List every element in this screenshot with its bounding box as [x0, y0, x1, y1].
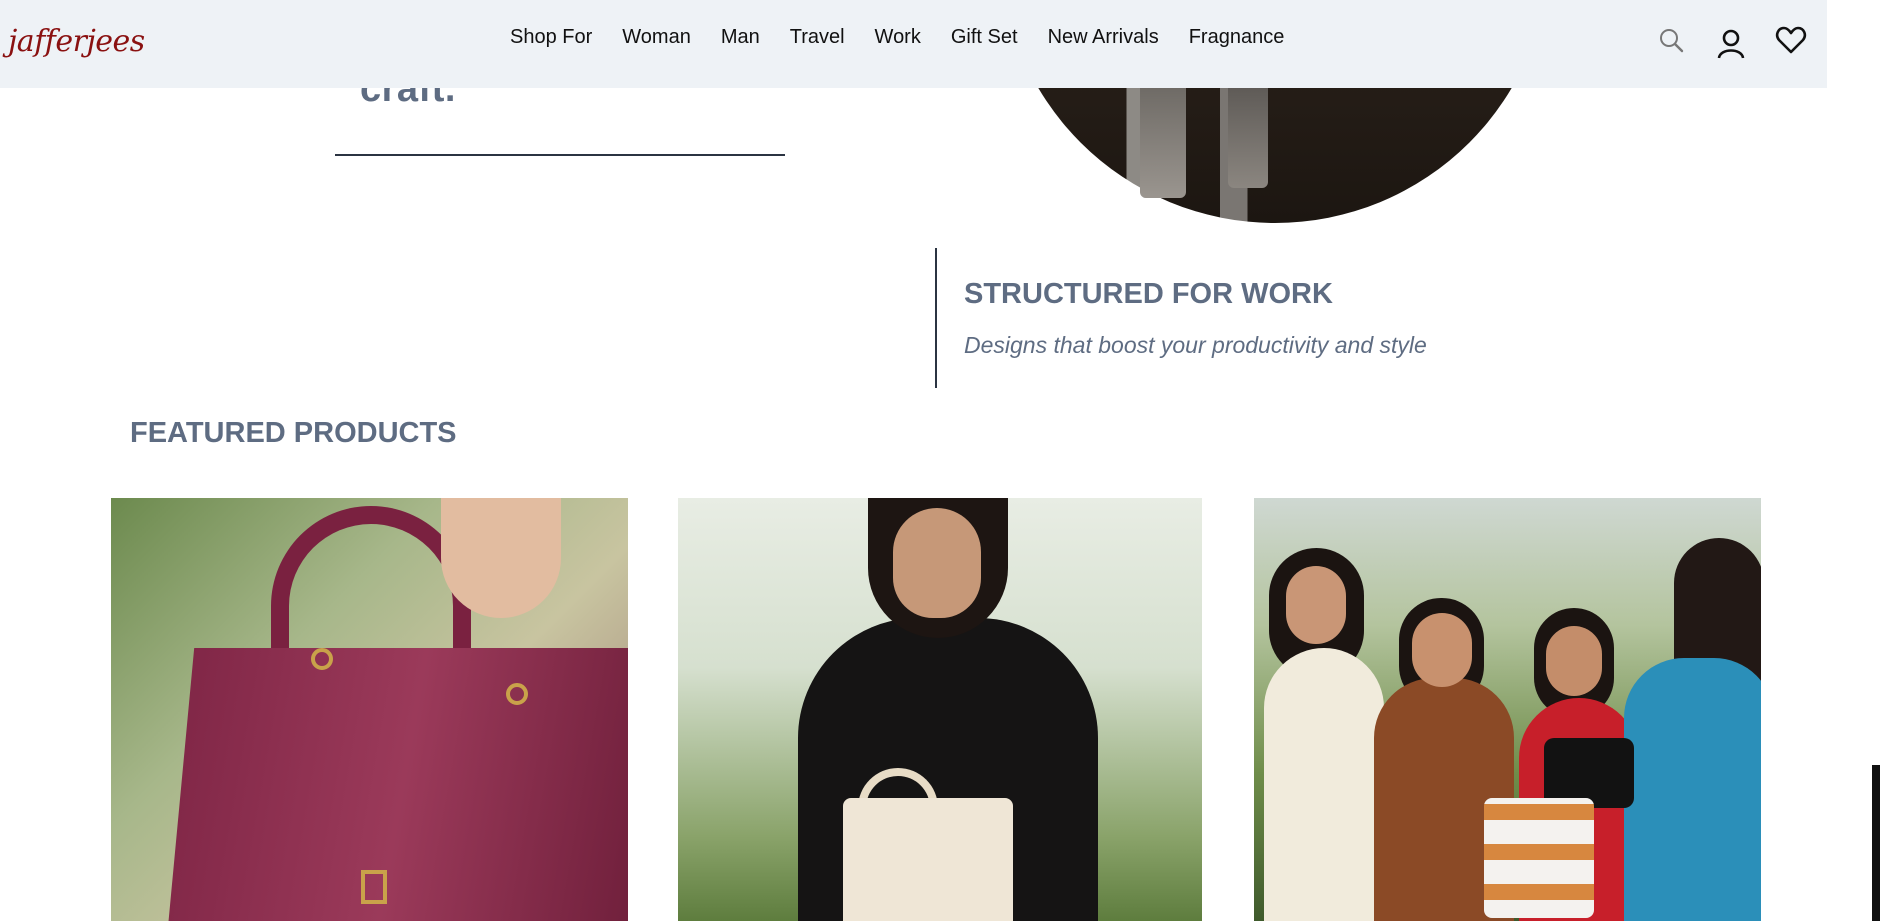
bag-ring	[311, 648, 333, 670]
nav-new-arrivals[interactable]: New Arrivals	[1048, 26, 1159, 49]
nav-gift-set[interactable]: Gift Set	[951, 26, 1018, 49]
cake-stand	[1484, 798, 1594, 918]
bag-logo	[361, 870, 387, 904]
nav-man[interactable]: Man	[721, 26, 760, 49]
model-face	[1286, 566, 1346, 644]
model-face	[893, 508, 981, 618]
model-face	[1546, 626, 1602, 696]
hero-disc	[1000, 88, 1550, 223]
model-outfit-white	[1264, 648, 1384, 921]
site-header: jafferjees Shop For Woman Man Travel Wor…	[0, 0, 1827, 88]
model-outfit-blue	[1624, 658, 1761, 921]
featured-products-title: FEATURED PRODUCTS	[130, 417, 457, 449]
hand	[441, 498, 561, 618]
hero-divider	[335, 154, 785, 156]
nav-travel[interactable]: Travel	[790, 26, 845, 49]
heart-icon[interactable]	[1774, 23, 1808, 57]
product-image-group-picnic[interactable]	[1254, 498, 1761, 921]
work-title: STRUCTURED FOR WORK	[964, 278, 1333, 310]
hero-figure-leg	[1140, 88, 1186, 198]
product-image-burgundy-bag[interactable]	[111, 498, 628, 921]
search-icon[interactable]	[1655, 24, 1689, 58]
nav-fragnance[interactable]: Fragnance	[1189, 26, 1285, 49]
product-image-woman-cream-bag[interactable]	[678, 498, 1202, 921]
model-face	[1412, 613, 1472, 687]
hero-circle-image	[1000, 88, 1550, 223]
nav-shop-for[interactable]: Shop For	[510, 26, 592, 49]
side-widget-edge[interactable]	[1872, 765, 1880, 921]
site-logo[interactable]: jafferjees	[8, 24, 145, 59]
cream-bag	[843, 798, 1013, 921]
main-nav: Shop For Woman Man Travel Work Gift Set …	[510, 26, 1314, 49]
work-subtitle: Designs that boost your productivity and…	[964, 332, 1427, 358]
nav-woman[interactable]: Woman	[622, 26, 691, 49]
nav-work[interactable]: Work	[875, 26, 921, 49]
work-section: STRUCTURED FOR WORK Designs that boost y…	[935, 248, 1427, 388]
bag-ring	[506, 683, 528, 705]
bag-body	[166, 648, 628, 921]
hero-figure-leg	[1228, 88, 1268, 188]
user-icon[interactable]	[1714, 27, 1748, 61]
